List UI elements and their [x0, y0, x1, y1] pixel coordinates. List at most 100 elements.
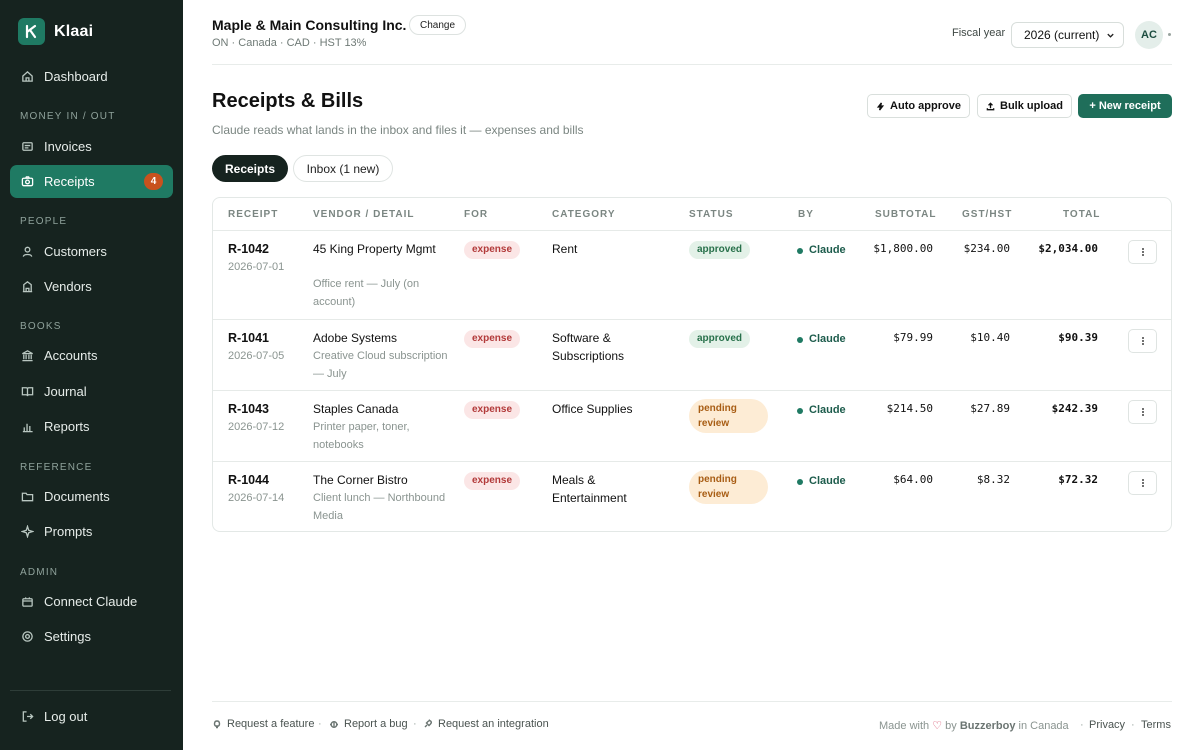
total: $72.32 [1058, 473, 1098, 486]
avatar[interactable]: AC [1135, 21, 1163, 49]
col-header-category: CATEGORY [552, 209, 616, 220]
sidebar-item-connect-claude[interactable]: Connect Claude [10, 585, 173, 618]
sidebar-item-accounts[interactable]: Accounts [10, 339, 173, 372]
vendor-detail: Office rent — July (on account) [313, 278, 420, 308]
status-badge: pending review [689, 399, 768, 433]
status-badge: approved [689, 241, 751, 259]
bar-chart-icon [22, 423, 33, 433]
processed-by-label: Claude [809, 404, 846, 416]
terms-link[interactable]: Terms [1141, 719, 1171, 731]
sidebar-item-label: Customers [44, 244, 107, 259]
sidebar-item-reports[interactable]: Reports [10, 410, 173, 443]
category: Software & Subscriptions [552, 331, 625, 363]
sidebar-item-journal[interactable]: Journal [10, 375, 173, 408]
privacy-link[interactable]: Privacy [1089, 719, 1125, 731]
sidebar-section-books: BOOKS [20, 321, 62, 332]
processed-by-label: Claude [809, 333, 846, 345]
fiscal-year-select[interactable]: 2026 (current) [1011, 22, 1124, 48]
more-vertical-icon [1141, 340, 1144, 342]
header-divider [212, 64, 1172, 65]
book-icon [21, 387, 34, 397]
row-menu-button[interactable] [1128, 329, 1157, 353]
sidebar-item-dashboard[interactable]: Dashboard [10, 60, 173, 93]
for-badge: expense [464, 241, 521, 259]
processed-by-label: Claude [809, 475, 846, 487]
request-feature-link[interactable]: Request a feature [212, 718, 314, 730]
org-meta: ON · Canada · CAD · HST 13% [212, 37, 367, 49]
page-title: Receipts & Bills [212, 90, 364, 112]
logout-icon [22, 711, 34, 722]
sidebar-item-customers[interactable]: Customers [10, 235, 173, 268]
processed-by: Claude [797, 473, 846, 491]
status-badge: pending review [689, 470, 768, 504]
company-name[interactable]: Buzzerboy [960, 720, 1016, 732]
fiscal-year-label: Fiscal year [952, 27, 1006, 39]
upload-icon [986, 101, 995, 110]
bulk-upload-label: Bulk upload [1000, 100, 1063, 112]
row-menu-button[interactable] [1128, 471, 1157, 495]
auto-approve-button[interactable]: Auto approve [867, 94, 970, 118]
table-row[interactable]: R-1042 2026-07-01 45 King Property Mgmt … [213, 230, 1171, 319]
sidebar-item-settings[interactable]: Settings [10, 620, 173, 653]
request-integration-link[interactable]: Request an integration [423, 718, 549, 730]
gear-icon [22, 631, 33, 642]
receipt-id[interactable]: R-1041 [228, 330, 269, 348]
sidebar-item-label: Documents [44, 489, 110, 504]
camera-icon [21, 176, 34, 187]
receipt-id[interactable]: R-1042 [228, 241, 269, 259]
table-row[interactable]: R-1044 2026-07-14 The Corner Bistro Clie… [213, 461, 1171, 531]
report-bug-label: Report a bug [344, 718, 408, 730]
for-badge: expense [464, 330, 521, 348]
processed-by: Claude [797, 242, 846, 260]
row-menu-button[interactable] [1128, 240, 1157, 264]
table-row[interactable]: R-1041 2026-07-05 Adobe Systems Creative… [213, 319, 1171, 390]
processed-by: Claude [797, 402, 846, 420]
chevron-down-icon [1107, 33, 1114, 38]
category: Rent [552, 242, 578, 256]
user-icon [22, 246, 33, 257]
footer-separator: · [1131, 719, 1135, 731]
tab-inbox[interactable]: Inbox (1 new) [293, 155, 393, 182]
sidebar-section-admin: ADMIN [20, 567, 59, 578]
receipt-date: 2026-07-01 [228, 261, 285, 273]
sidebar-item-label: Settings [44, 629, 91, 644]
status-dot-icon [797, 336, 803, 343]
receipt-id[interactable]: R-1043 [228, 401, 269, 419]
fiscal-year-value: 2026 (current) [1024, 28, 1100, 42]
sidebar-item-label: Vendors [44, 279, 92, 294]
new-receipt-button[interactable]: + New receipt [1078, 94, 1172, 118]
brand[interactable]: Klaai [18, 18, 93, 45]
lightning-icon [876, 101, 885, 111]
receipts-table: RECEIPT VENDOR / DETAIL FOR CATEGORY STA… [212, 197, 1172, 532]
status-dot-icon [797, 247, 803, 254]
avatar-menu-dot[interactable] [1168, 33, 1171, 36]
vendor-detail: Client lunch — Northbound Media [313, 492, 446, 522]
sidebar-item-label: Prompts [44, 524, 93, 539]
status-dot-icon [797, 478, 803, 485]
total: $242.39 [1051, 402, 1098, 415]
logout-button[interactable]: Log out [10, 700, 173, 733]
footer-separator: · [413, 718, 417, 730]
sidebar-item-invoices[interactable]: Invoices [10, 130, 173, 163]
request-feature-label: Request a feature [227, 718, 315, 730]
footer-divider [212, 701, 1172, 702]
request-integration-label: Request an integration [438, 718, 549, 730]
footer-separator: · [318, 718, 322, 730]
sidebar-item-vendors[interactable]: Vendors [10, 270, 173, 303]
bulk-upload-button[interactable]: Bulk upload [977, 94, 1072, 118]
sparkle-icon [21, 525, 34, 538]
row-menu-button[interactable] [1128, 400, 1157, 424]
change-org-button[interactable]: Change [409, 15, 467, 35]
sidebar-item-receipts[interactable]: Receipts 4 [10, 165, 173, 198]
sidebar-item-label: Connect Claude [44, 594, 138, 609]
report-bug-link[interactable]: Report a bug [329, 718, 408, 730]
more-vertical-icon [1141, 482, 1144, 484]
table-row[interactable]: R-1043 2026-07-12 Staples Canada Printer… [213, 390, 1171, 461]
sidebar-item-prompts[interactable]: Prompts [10, 515, 173, 548]
tax: $10.40 [970, 331, 1010, 344]
tab-receipts[interactable]: Receipts [212, 155, 288, 182]
receipt-id[interactable]: R-1044 [228, 472, 269, 490]
sidebar-item-documents[interactable]: Documents [10, 480, 173, 513]
tax: $234.00 [963, 242, 1010, 255]
vendor-name: 45 King Property Mgmt [313, 242, 436, 256]
